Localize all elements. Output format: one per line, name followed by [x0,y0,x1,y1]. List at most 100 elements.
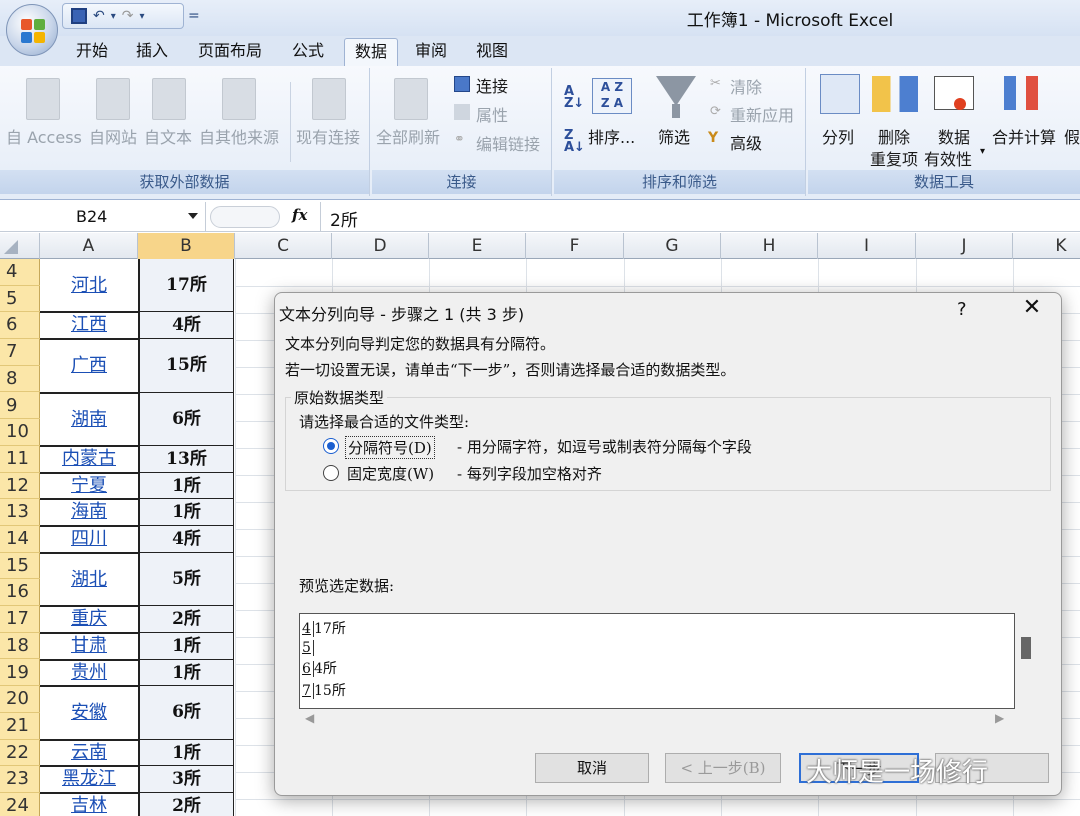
from-text-button[interactable]: 自文本 [144,124,192,148]
from-other-sources-button[interactable]: 自其他来源 [199,124,279,148]
row-header[interactable]: 20 [0,686,40,713]
tab-review[interactable]: 审阅 [405,38,457,66]
cell-count[interactable]: 6所 [138,392,234,446]
row-header[interactable]: 11 [0,446,40,473]
cell-province[interactable]: 云南 [40,740,138,767]
data-validation-button-line2[interactable]: 有效性 [924,146,972,170]
row-header[interactable]: 5 [0,286,40,313]
fixed-width-label[interactable]: 固定宽度(W) [347,463,434,484]
cancel-button[interactable]: 取消 [535,753,649,783]
advanced-button[interactable]: 高级 [730,130,762,154]
row-header[interactable]: 18 [0,633,40,660]
reapply-button[interactable]: 重新应用 [730,102,794,126]
row-header[interactable]: 19 [0,660,40,687]
dropdown-icon[interactable]: ▾ [980,146,985,157]
existing-connections-button[interactable]: 现有连接 [296,124,360,148]
column-header[interactable]: B [138,233,235,259]
edit-links-button[interactable]: 编辑链接 [476,131,540,155]
preview-vertical-scrollbar[interactable] [1021,637,1031,659]
cell-province[interactable]: 广西 [40,339,138,392]
office-button[interactable] [6,4,58,56]
connections-button[interactable]: 连接 [476,73,508,97]
cell-count[interactable]: 13所 [138,445,234,473]
row-header[interactable]: 21 [0,713,40,740]
row-header[interactable]: 10 [0,419,40,446]
cell-province[interactable]: 湖北 [40,553,138,606]
column-header[interactable]: K [1013,233,1080,259]
tab-view[interactable]: 视图 [466,38,518,66]
column-header[interactable]: G [624,233,721,259]
tab-insert[interactable]: 插入 [126,38,178,66]
cell-count[interactable]: 6所 [138,686,234,740]
sort-desc-icon[interactable]: Z A↓ [564,129,585,154]
row-header[interactable]: 23 [0,766,40,793]
column-header[interactable]: C [235,233,332,259]
formula-input[interactable]: 2所 [330,206,358,231]
text-to-columns-button[interactable]: 分列 [822,124,854,148]
cell-count[interactable]: 2所 [138,606,234,633]
column-header[interactable]: A [40,233,138,259]
cell-province[interactable]: 内蒙古 [40,446,138,473]
cell-count[interactable]: 1所 [138,739,234,767]
cell-province[interactable]: 黑龙江 [40,766,138,793]
from-access-button[interactable]: 自 Access [6,124,82,148]
cell-province[interactable]: 贵州 [40,660,138,687]
cell-count[interactable]: 15所 [138,339,234,393]
column-header[interactable]: H [721,233,818,259]
data-validation-button[interactable]: 数据 [938,124,970,148]
scroll-left-icon[interactable]: ◀ [305,711,314,725]
row-header[interactable]: 6 [0,312,40,340]
clear-button[interactable]: 清除 [730,74,762,98]
cell-province[interactable]: 湖南 [40,393,138,446]
tab-formulas[interactable]: 公式 [282,38,334,66]
cell-province[interactable]: 宁夏 [40,473,138,500]
cell-count[interactable]: 5所 [138,552,234,607]
remove-duplicates-button-line2[interactable]: 重复项 [870,146,918,170]
row-header[interactable]: 12 [0,473,40,500]
what-if-button[interactable]: 假 [1064,124,1080,148]
row-header[interactable]: 22 [0,740,40,767]
cell-province[interactable]: 四川 [40,526,138,553]
row-header[interactable]: 8 [0,366,40,393]
row-header[interactable]: 7 [0,339,40,366]
column-header[interactable]: E [429,233,526,259]
data-preview[interactable]: 4 17所 5 6 4所 7 15所 [299,613,1015,709]
cell-count[interactable]: 3所 [138,766,234,793]
delimited-label[interactable]: 分隔符号(D) [345,436,435,459]
remove-duplicates-button[interactable]: 删除 [878,124,910,148]
from-web-button[interactable]: 自网站 [89,124,137,148]
name-box[interactable]: B24 [0,202,206,232]
row-header[interactable]: 24 [0,793,40,816]
scroll-right-icon[interactable]: ▶ [995,711,1004,725]
cell-province[interactable]: 河北 [40,259,138,312]
cell-province[interactable]: 重庆 [40,606,138,633]
formula-bar-handle[interactable] [210,206,280,228]
row-header[interactable]: 14 [0,526,40,553]
row-header[interactable]: 9 [0,393,40,420]
tab-page-layout[interactable]: 页面布局 [188,38,272,66]
cell-count[interactable]: 1所 [138,632,234,660]
cell-count[interactable]: 1所 [138,499,234,526]
cell-count[interactable]: 4所 [138,312,234,340]
cell-count[interactable]: 4所 [138,526,234,553]
sort-asc-icon[interactable]: A Z↓ [564,85,584,110]
filter-button[interactable]: 筛选 [658,124,690,148]
tab-data[interactable]: 数据 [344,38,399,66]
cell-count[interactable]: 1所 [138,659,234,687]
fixed-width-radio[interactable] [323,465,339,481]
row-header[interactable]: 15 [0,553,40,580]
cell-count[interactable]: 17所 [138,259,234,313]
column-header[interactable]: D [332,233,429,259]
properties-button[interactable]: 属性 [476,102,508,126]
help-icon[interactable]: ? [957,299,967,320]
delimited-radio[interactable] [323,438,339,454]
tab-home[interactable]: 开始 [66,38,118,66]
name-box-dropdown-icon[interactable] [188,213,198,219]
cell-count[interactable]: 1所 [138,472,234,500]
column-header[interactable]: J [916,233,1013,259]
sort-button[interactable]: 排序... [588,124,635,148]
consolidate-button[interactable]: 合并计算 [992,124,1056,148]
column-header[interactable]: I [818,233,916,259]
cell-province[interactable]: 吉林 [40,793,138,816]
cell-count[interactable]: 2所 [138,793,234,816]
